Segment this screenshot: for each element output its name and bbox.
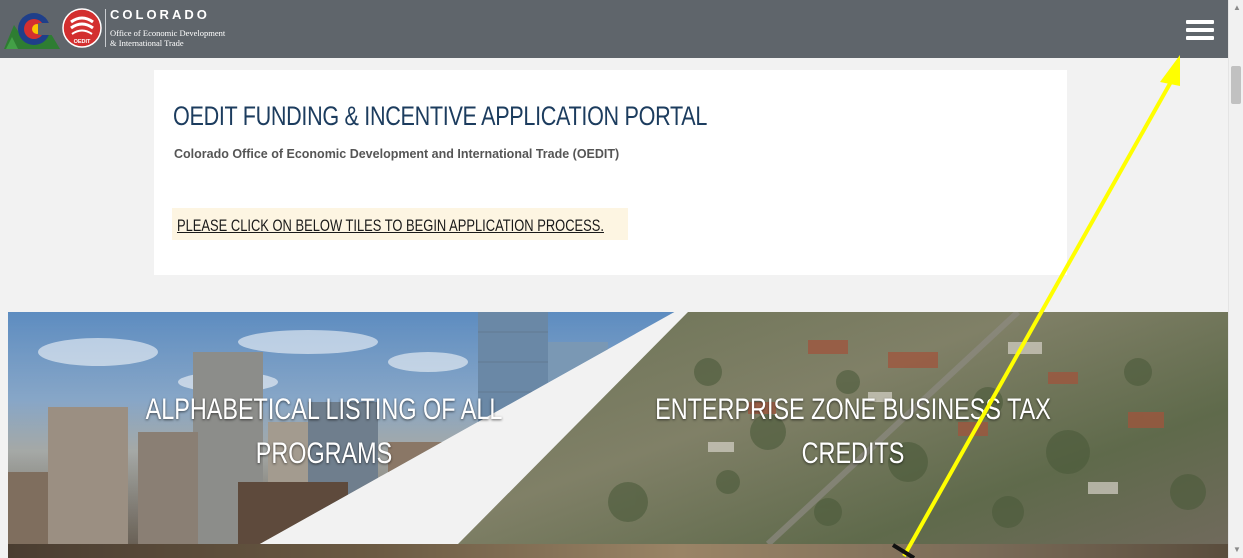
colorado-c-logo-icon <box>4 13 60 49</box>
tile-label-line: ENTERPRISE ZONE BUSINESS TAX <box>655 393 1051 426</box>
svg-text:OEDIT: OEDIT <box>74 39 91 45</box>
program-tiles: ALPHABETICAL LISTING OF ALL PROGRAMS ENT… <box>8 312 1228 558</box>
page-title: OEDIT FUNDING & INCENTIVE APPLICATION PO… <box>173 101 708 131</box>
page-subtitle: Colorado Office of Economic Development … <box>174 147 620 161</box>
instruction-text: PLEASE CLICK ON BELOW TILES TO BEGIN APP… <box>177 216 604 235</box>
tile-label-enterprise-zone: ENTERPRISE ZONE BUSINESS TAX CREDITS <box>646 388 1059 476</box>
page-scrollbar[interactable]: ▲ ▼ <box>1228 0 1243 558</box>
next-tiles-row-preview[interactable] <box>8 544 1228 558</box>
oedit-seal-icon: OEDIT <box>62 8 102 48</box>
tile-label-line: PROGRAMS <box>255 437 393 470</box>
intro-card: OEDIT FUNDING & INCENTIVE APPLICATION PO… <box>154 70 1067 275</box>
logo-divider <box>105 9 106 47</box>
tile-label-line: ALPHABETICAL LISTING OF ALL <box>145 393 503 426</box>
tile-label-line: CREDITS <box>801 437 905 470</box>
oedit-logo[interactable]: OEDIT COLORADO Office of Economic Develo… <box>4 5 266 53</box>
instruction-notice: PLEASE CLICK ON BELOW TILES TO BEGIN APP… <box>172 208 628 240</box>
scrollbar-thumb[interactable] <box>1231 66 1241 104</box>
scroll-down-arrow-icon[interactable]: ▼ <box>1233 545 1241 554</box>
tile-label-alphabetical-listing: ALPHABETICAL LISTING OF ALL PROGRAMS <box>123 388 525 476</box>
logo-office-line2: & International Trade <box>110 37 184 48</box>
site-header: OEDIT COLORADO Office of Economic Develo… <box>0 0 1228 58</box>
scroll-up-arrow-icon[interactable]: ▲ <box>1233 3 1241 12</box>
logo-state-name: COLORADO <box>110 7 210 22</box>
logo-office-name: Office of Economic Development & Interna… <box>110 28 225 48</box>
hamburger-menu-icon[interactable] <box>1184 18 1216 42</box>
